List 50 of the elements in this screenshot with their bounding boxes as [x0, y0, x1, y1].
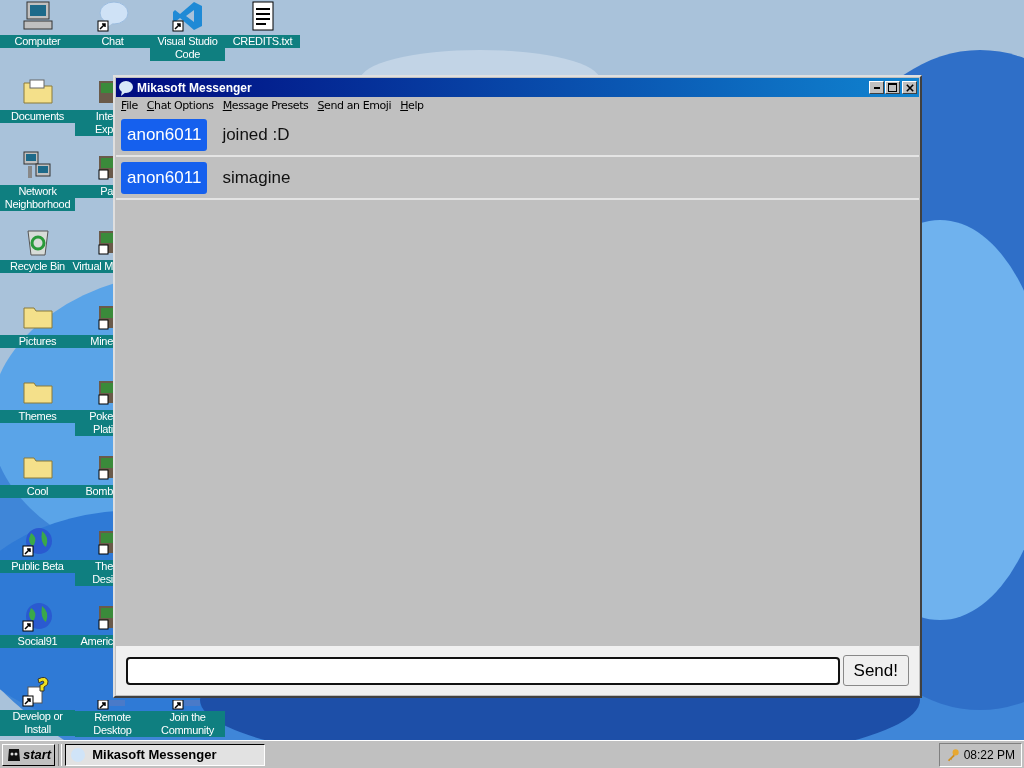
speech-bubble-icon[interactable]	[96, 0, 129, 32]
icon-label: Remote Desktop	[75, 711, 150, 737]
taskbar-button[interactable]: Mikasoft Messenger	[65, 743, 266, 766]
icon-label: Poke Plati	[75, 410, 113, 436]
icon-label: Bomb	[75, 485, 113, 498]
close-button[interactable]	[902, 81, 917, 94]
globe-icon[interactable]	[21, 600, 54, 632]
icon-label: Cool	[0, 485, 75, 498]
icon-label: Themes	[0, 410, 75, 423]
icon-label: CREDITS.txt	[225, 35, 300, 48]
minimize-button[interactable]	[869, 81, 884, 94]
icon-label: Americ	[75, 635, 113, 648]
icon-label: Develop or Install	[0, 710, 75, 736]
globe-icon[interactable]	[21, 525, 54, 557]
message-text: joined :D	[222, 124, 290, 145]
computer-icon[interactable]	[21, 0, 54, 32]
icon-label: Join the Community	[150, 711, 225, 737]
code-editor-icon[interactable]	[171, 0, 204, 32]
icon-label: Pa	[75, 185, 113, 198]
icon-label: Inte Exp	[75, 110, 113, 136]
logo-icon	[6, 746, 22, 763]
menu-item[interactable]: Help	[400, 99, 424, 112]
icon-label: Visual Studio Code	[150, 35, 225, 61]
menu-item[interactable]: Chat Options	[146, 99, 214, 112]
menu-item[interactable]: File	[121, 99, 138, 112]
message-input[interactable]	[126, 656, 840, 685]
icon-label: Chat	[75, 35, 150, 48]
maximize-icon	[888, 83, 897, 92]
username-tag: anon6011	[121, 118, 208, 151]
minimize-icon	[872, 85, 881, 90]
speech-bubble-icon	[118, 79, 134, 96]
message-text: simagine	[222, 167, 291, 188]
close-icon	[905, 83, 914, 92]
icon-label: Documents	[0, 110, 75, 123]
username-tag: anon6011	[121, 161, 208, 194]
menu-item[interactable]: Send an Emoji	[317, 99, 392, 112]
clock: 08:22 PM	[963, 747, 1015, 762]
icon-label: Pictures	[0, 335, 75, 348]
start-button[interactable]: start	[2, 743, 56, 766]
speech-bubble-icon	[70, 746, 87, 763]
send-button[interactable]: Send!	[842, 655, 909, 686]
icon-label: Computer	[0, 35, 75, 48]
icon-label: Network Neighborhood	[0, 185, 75, 211]
icon-label: The Desi	[75, 560, 113, 586]
maximize-button[interactable]	[885, 81, 900, 94]
window-title: Mikasoft Messenger	[137, 80, 253, 95]
icon-label: Mine	[75, 335, 113, 348]
icon-label: Public Beta	[0, 560, 75, 573]
menu-item[interactable]: Message Presets	[222, 99, 309, 112]
icon-label: Social91	[0, 635, 75, 648]
